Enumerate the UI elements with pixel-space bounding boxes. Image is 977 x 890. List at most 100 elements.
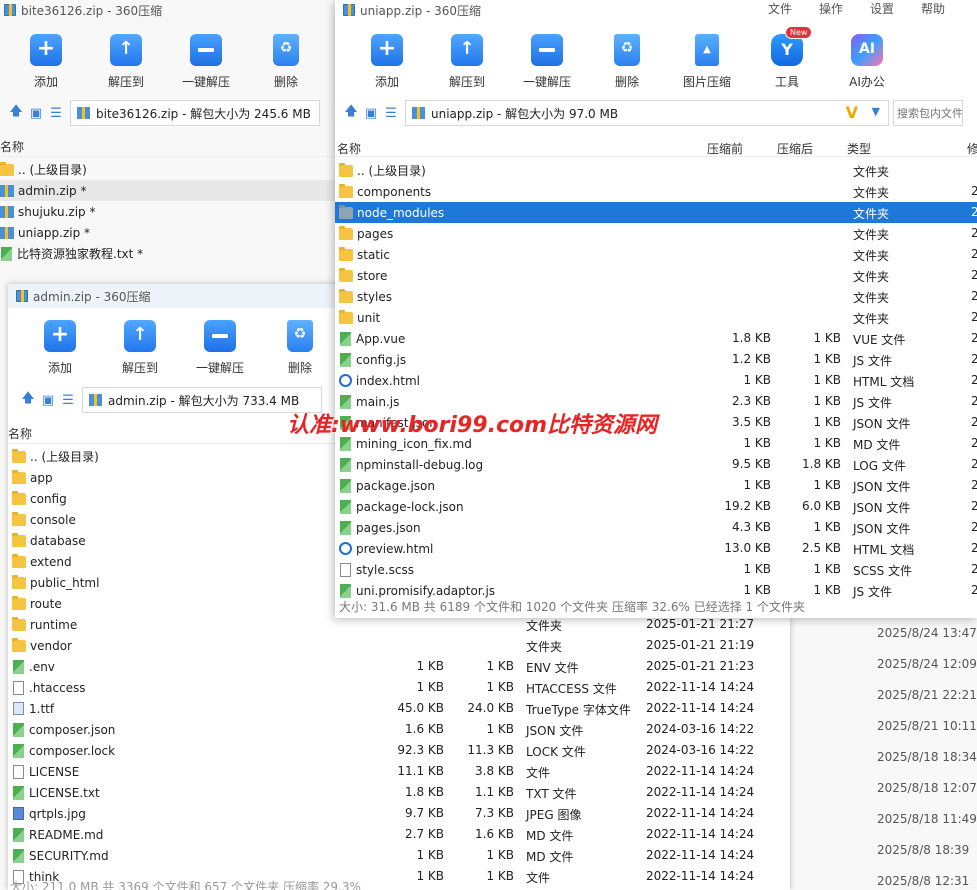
bite-extract-button[interactable]: 解压到: [86, 34, 166, 90]
admin-add-button[interactable]: 添加: [20, 320, 100, 376]
table-row[interactable]: package.json 1 KB 1 KB JSON 文件 2: [335, 475, 977, 496]
list-view-icon[interactable]: ☰: [58, 390, 78, 410]
zip-app-icon: [4, 4, 16, 16]
table-row[interactable]: LICENSE 11.1 KB 3.8 KB 文件 2022-11-14 14:24: [12, 761, 782, 782]
table-row[interactable]: static 文件夹 2: [335, 244, 977, 265]
menu-operate[interactable]: 操作: [819, 0, 843, 17]
list-item[interactable]: uniapp.zip *: [0, 222, 335, 243]
list-item[interactable]: admin.zip *: [0, 180, 335, 201]
modified-date: 2025/8/21 10:11: [877, 719, 977, 733]
table-row[interactable]: package-lock.json 19.2 KB 6.0 KB JSON 文件 2: [335, 496, 977, 517]
view-icon[interactable]: ▣: [38, 390, 58, 410]
file-icon: [13, 764, 24, 779]
chevron-down-icon[interactable]: ▼: [872, 105, 880, 118]
list-view-icon[interactable]: ☰: [46, 103, 66, 123]
cell: 1 KB: [486, 680, 514, 694]
uniapp-delete-button[interactable]: 删除: [587, 34, 667, 90]
cell: 1.6 KB: [405, 722, 444, 736]
modified-date: 2025/8/8 18:39: [877, 843, 970, 857]
list-view-icon[interactable]: ☰: [381, 103, 401, 123]
col-type[interactable]: 类型: [847, 140, 871, 157]
table-row[interactable]: composer.json 1.6 KB 1 KB JSON 文件 2024-03-16…: [12, 719, 782, 740]
table-row[interactable]: .htaccess 1 KB 1 KB HTACCESS 文件 2022-11-14 1…: [12, 677, 782, 698]
table-row[interactable]: components 文件夹 2: [335, 181, 977, 202]
uniapp-add-button[interactable]: 添加: [347, 34, 427, 90]
file-name: 1.ttf: [29, 701, 55, 716]
table-row[interactable]: style.scss 1 KB 1 KB SCSS 文件 2: [335, 559, 977, 580]
table-row[interactable]: SECURITY.md 1 KB 1 KB MD 文件 2022-11-14 14:24: [12, 845, 782, 866]
table-row[interactable]: pages 文件夹 2: [335, 223, 977, 244]
file-icon: [13, 680, 24, 695]
col-modified[interactable]: 修: [967, 140, 977, 157]
bite-oneclick-button[interactable]: 一键解压: [166, 34, 246, 90]
table-row[interactable]: index.html 1 KB 1 KB HTML 文档 2: [335, 370, 977, 391]
table-row[interactable]: App.vue 1.8 KB 1 KB VUE 文件 2: [335, 328, 977, 349]
cell: 2.7 KB: [405, 827, 444, 841]
table-row[interactable]: README.md 2.7 KB 1.6 KB MD 文件 2022-11-14 14:…: [12, 824, 782, 845]
cell: 2: [971, 520, 977, 534]
list-item[interactable]: .. (上级目录): [0, 159, 335, 180]
view-icon[interactable]: ▣: [361, 103, 381, 123]
bite-toolbar: 添加 解压到 一键解压 删除: [6, 34, 326, 90]
table-row[interactable]: pages.json 4.3 KB 1 KB JSON 文件 2: [335, 517, 977, 538]
uniapp-address-field[interactable]: uniapp.zip - 解包大小为 97.0 MB V ▼: [405, 100, 889, 126]
v-logo-icon[interactable]: V: [846, 103, 858, 122]
list-item[interactable]: shujuku.zip *: [0, 201, 335, 222]
table-row[interactable]: npminstall-debug.log 9.5 KB 1.8 KB LOG 文件 2: [335, 454, 977, 475]
bite-address-field[interactable]: bite36126.zip - 解包大小为 245.6 MB: [70, 100, 320, 126]
cell: 文件: [526, 871, 551, 885]
file-name: route: [30, 596, 62, 611]
file-name: vendor: [30, 638, 72, 653]
folder-icon: [12, 490, 26, 505]
admin-oneclick-button[interactable]: 一键解压: [180, 320, 260, 376]
menu-file[interactable]: 文件: [768, 0, 792, 17]
file-name: shujuku.zip *: [18, 204, 96, 219]
col-compressed[interactable]: 压缩后: [777, 140, 813, 157]
table-row[interactable]: LICENSE.txt 1.8 KB 1.1 KB TXT 文件 2022-11-14 …: [12, 782, 782, 803]
uniapp-extract-button[interactable]: 解压到: [427, 34, 507, 90]
bite-delete-button[interactable]: 删除: [246, 34, 326, 90]
table-row[interactable]: unit 文件夹 2: [335, 307, 977, 328]
uniapp-oneclick-button[interactable]: 一键解压: [507, 34, 587, 90]
table-row[interactable]: store 文件夹 2: [335, 265, 977, 286]
up-arrow-icon[interactable]: 🡅: [6, 103, 26, 123]
cell: 2024-03-16 14:22: [646, 722, 755, 736]
modified-date: 2025/8/18 11:49: [877, 812, 977, 826]
menu-settings[interactable]: 设置: [870, 0, 894, 17]
cell: 1 KB: [813, 331, 841, 345]
table-row[interactable]: 1.ttf 45.0 KB 24.0 KB TrueType 字体文件 2022-11-…: [12, 698, 782, 719]
file-name: 比特资源独家教程.txt *: [17, 247, 144, 261]
cell: 1 KB: [416, 659, 444, 673]
table-row[interactable]: styles 文件夹 2: [335, 286, 977, 307]
uniapp-image-compress-button[interactable]: 图片压缩: [667, 34, 747, 90]
col-name[interactable]: 名称: [337, 140, 361, 157]
col-original[interactable]: 压缩前: [707, 140, 743, 157]
table-row[interactable]: composer.lock 92.3 KB 11.3 KB LOCK 文件 2024-0…: [12, 740, 782, 761]
cell: 文件夹: [526, 640, 563, 654]
admin-delete-button[interactable]: 删除: [260, 320, 340, 376]
table-row[interactable]: qrtpls.jpg 9.7 KB 7.3 KB JPEG 图像 2022-11-14 …: [12, 803, 782, 824]
menu-help[interactable]: 帮助: [921, 0, 945, 17]
table-row[interactable]: .env 1 KB 1 KB ENV 文件 2025-01-21 21:23: [12, 656, 782, 677]
table-row[interactable]: vendor 文件夹 2025-01-21 21:19: [12, 635, 782, 656]
table-row[interactable]: .. (上级目录) 文件夹: [335, 160, 977, 181]
list-item[interactable]: 比特资源独家教程.txt *: [0, 243, 335, 264]
bite-add-button[interactable]: 添加: [6, 34, 86, 90]
up-arrow-icon[interactable]: 🡅: [18, 390, 38, 410]
cell: SCSS 文件: [853, 564, 913, 578]
table-row[interactable]: preview.html 13.0 KB 2.5 KB HTML 文档 2: [335, 538, 977, 559]
cell: 1.6 KB: [475, 827, 514, 841]
admin-extract-button[interactable]: 解压到: [100, 320, 180, 376]
uniapp-ai-button[interactable]: AI办公: [827, 34, 907, 90]
table-row[interactable]: node_modules 文件夹 2: [335, 202, 977, 223]
view-icon[interactable]: ▣: [26, 103, 46, 123]
cell: 2022-11-14 14:24: [646, 848, 755, 862]
uniapp-tools-button[interactable]: New工具: [747, 26, 827, 90]
search-input[interactable]: [893, 100, 963, 126]
cell: 2: [971, 394, 977, 408]
cell: 1 KB: [416, 869, 444, 883]
admin-address-field[interactable]: admin.zip - 解包大小为 733.4 MB: [82, 387, 322, 413]
table-row[interactable]: config.js 1.2 KB 1 KB JS 文件 2: [335, 349, 977, 370]
file-icon: [340, 520, 351, 535]
up-arrow-icon[interactable]: 🡅: [341, 103, 361, 123]
